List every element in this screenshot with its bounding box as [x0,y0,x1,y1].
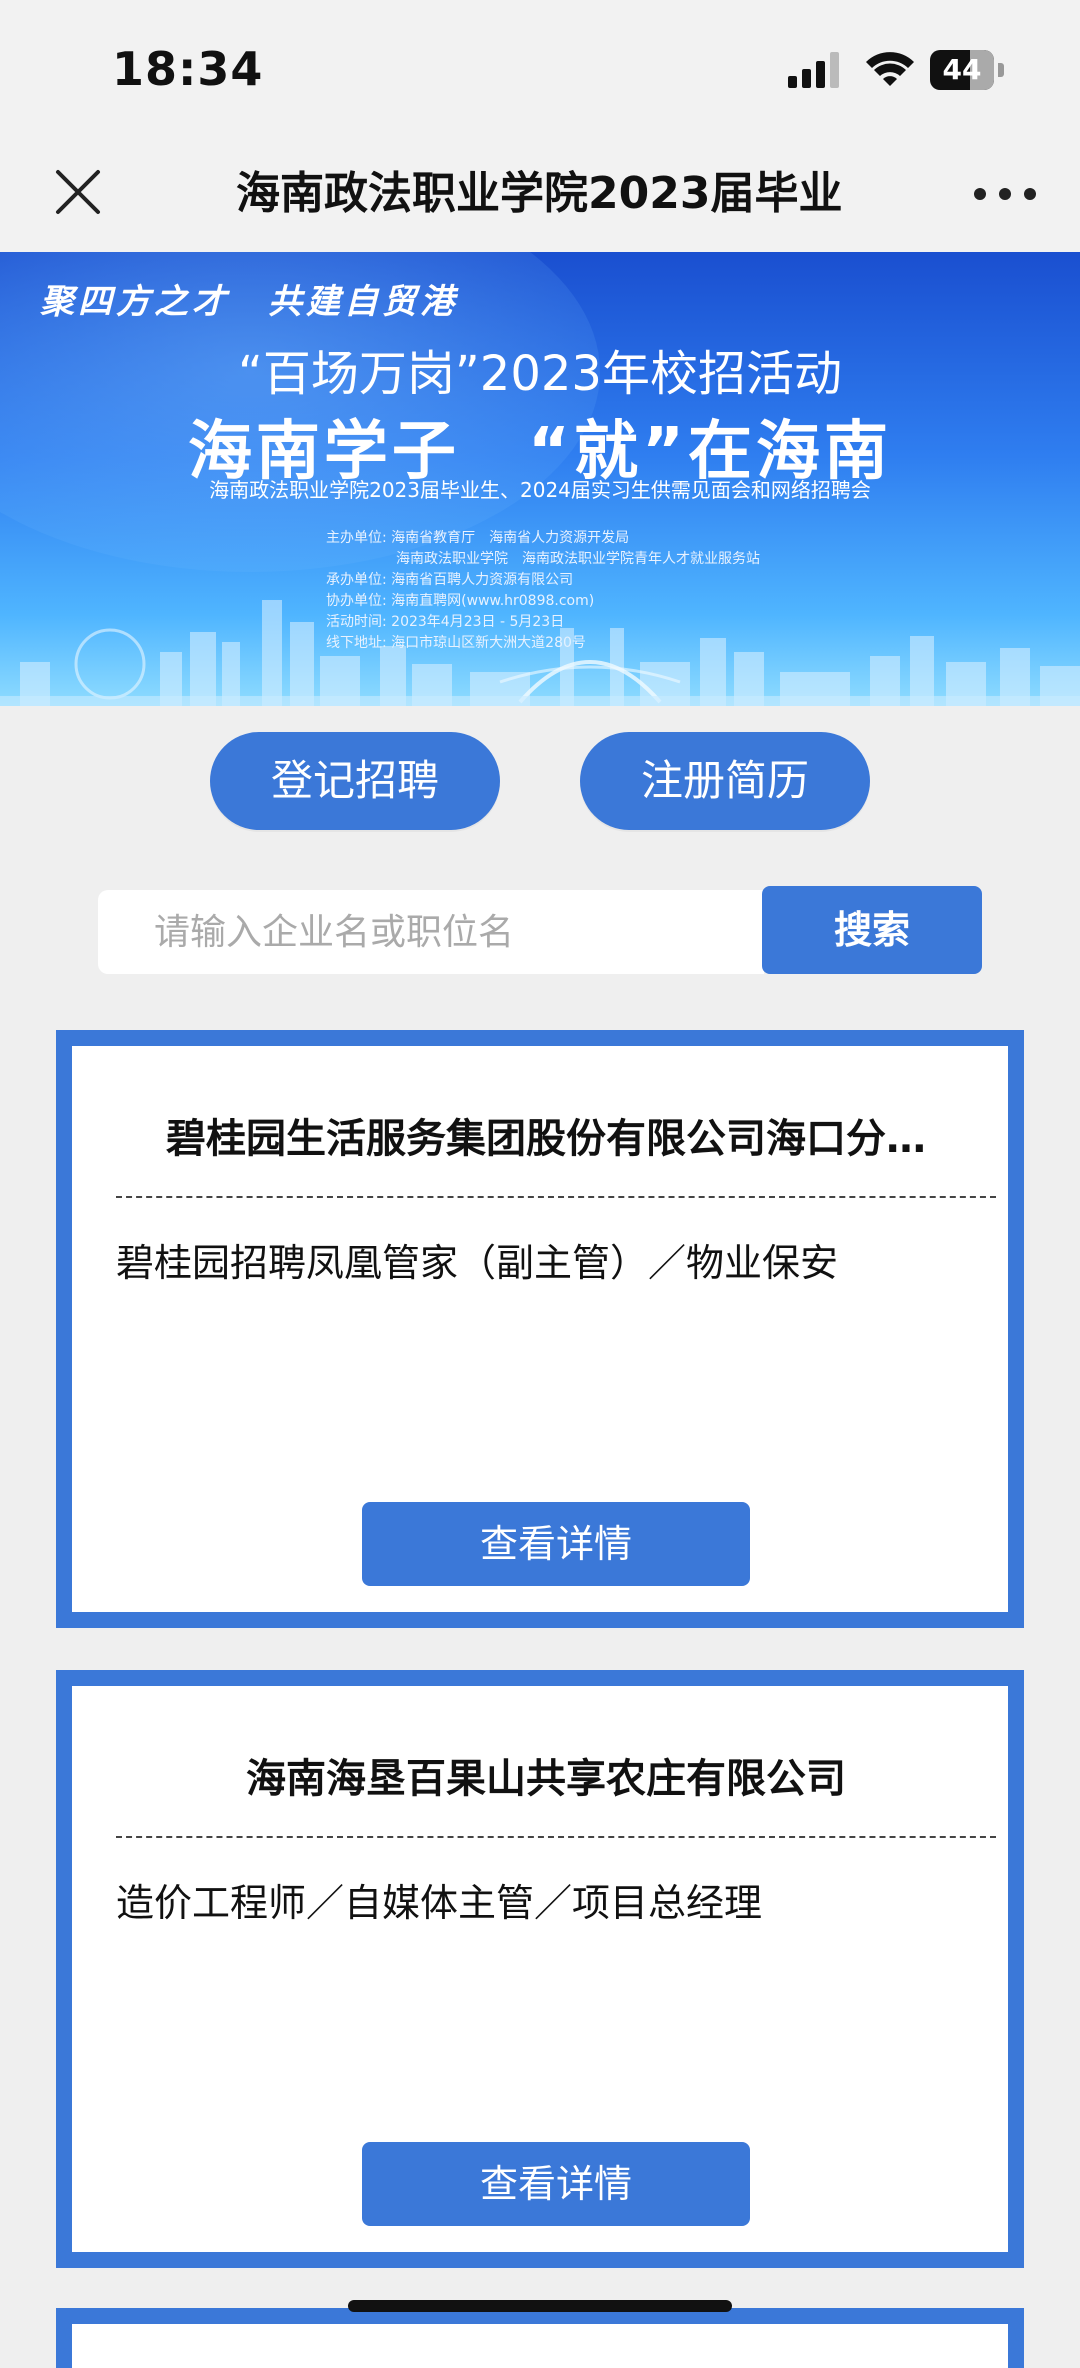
company-card-partial [56,2308,1024,2368]
close-icon[interactable] [50,164,106,220]
battery-level: 44 [942,53,982,86]
banner-event-line: 海南政法职业学院2023届毕业生、2024届实习生供需见面会和网络招聘会 [209,478,871,502]
job-list: 碧桂园招聘凤凰管家（副主管）／物业保安 [116,1241,839,1285]
banner-info-line: 承办单位: 海南省百聘人力资源有限公司 [326,572,574,588]
wifi-icon [866,52,914,86]
battery-icon: 44 [930,50,1006,90]
home-indicator[interactable] [348,2300,732,2312]
search-input[interactable] [98,890,764,974]
register-resume-button[interactable]: 注册简历 [580,732,870,830]
more-options-icon[interactable] [970,174,1040,214]
register-recruitment-button[interactable]: 登记招聘 [210,732,500,830]
status-bar: 18:34 44 [0,0,1080,140]
banner-info-line: 主办单位: 海南省教育厅 海南省人力资源开发局 [326,530,630,546]
banner-info-line: 海南政法职业学院 海南政法职业学院青年人才就业服务站 [326,551,760,567]
banner-slogan: 聚四方之才 共建自贸港 [40,282,458,322]
page-title: 海南政法职业学院2023届毕业 [236,168,843,219]
navigation-bar: 海南政法职业学院2023届毕业 [0,140,1080,252]
company-card: 碧桂园生活服务集团股份有限公司海口分… 碧桂园招聘凤凰管家（副主管）／物业保安 … [56,1030,1024,1628]
cellular-signal-icon [788,52,839,88]
city-skyline-illustration [0,600,1080,706]
status-time: 18:34 [112,42,264,96]
view-details-button[interactable]: 查看详情 [362,2142,750,2226]
dashed-divider [116,1196,996,1198]
dashed-divider [116,1836,996,1838]
search-button[interactable]: 搜索 [762,886,982,974]
job-list: 造价工程师／自媒体主管／项目总经理 [116,1881,763,1925]
company-card: 海南海垦百果山共享农庄有限公司 造价工程师／自媒体主管／项目总经理 查看详情 [56,1670,1024,2268]
company-name: 海南海垦百果山共享农庄有限公司 [246,1756,846,1802]
view-details-button[interactable]: 查看详情 [362,1502,750,1586]
event-banner: 聚四方之才 共建自贸港 “百场万岗”2023年校招活动 海南学子 “就”在海南 … [0,252,1080,706]
company-name: 碧桂园生活服务集团股份有限公司海口分… [166,1116,926,1162]
banner-subtitle: “百场万岗”2023年校招活动 [238,346,842,402]
